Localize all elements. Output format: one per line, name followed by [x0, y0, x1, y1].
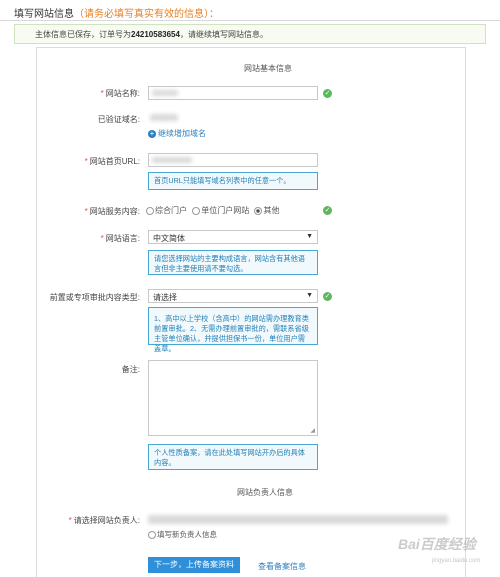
- add-domain-link[interactable]: + 继续增加域名: [148, 128, 206, 139]
- header-hint: （请务必填写真实有效的信息）：: [74, 9, 219, 20]
- next-upload-button[interactable]: 下一步，上传备案资料: [148, 557, 240, 573]
- owner-list-redacted[interactable]: [148, 515, 448, 524]
- remark-tip: 个人性质备案，请在此处填写网站开办后的具体内容。: [148, 444, 318, 470]
- chevron-down-icon: ▼: [306, 292, 313, 299]
- prereview-label: 前置或专项审批内容类型:: [49, 293, 140, 302]
- homepage-url-label: * 网站首页URL:: [84, 157, 140, 166]
- site-name-redacted: [152, 90, 178, 96]
- fill-new-owner-option[interactable]: 填写新负责人信息: [148, 529, 217, 540]
- notice-suffix: ，请继续填写网站信息。: [179, 30, 268, 39]
- chevron-down-icon: ▼: [306, 233, 313, 240]
- remark-label: 备注:: [121, 365, 140, 374]
- homepage-url-redacted: [152, 157, 192, 163]
- notice-prefix: 主体信息已保存，订单号为: [35, 30, 131, 39]
- prereview-select[interactable]: 请选择 ▼: [148, 289, 318, 303]
- plus-icon: +: [148, 129, 156, 138]
- resize-handle-icon[interactable]: ◢: [310, 427, 315, 434]
- page-header: 填写网站信息（请务必填写真实有效的信息）：: [0, 0, 500, 21]
- language-select[interactable]: 中文简体 ▼: [148, 230, 318, 244]
- service-content-label: * 网站服务内容:: [84, 207, 140, 216]
- service-radio-other[interactable]: 其他: [254, 206, 279, 215]
- language-tip: 请您选择网站的主要构成语言，网站含有其他语言但非主要使用请不要勾选。: [148, 250, 318, 275]
- language-label: * 网站语言:: [100, 234, 140, 243]
- remark-textarea[interactable]: ◢: [148, 360, 318, 436]
- check-icon: ✓: [323, 292, 332, 301]
- owner-select-label: * 请选择网站负责人:: [68, 516, 140, 525]
- verified-domain-label: 已验证域名:: [97, 115, 140, 124]
- service-content-radios: 综合门户 单位门户网站 其他: [146, 205, 279, 216]
- verified-domain-redacted: [150, 114, 178, 121]
- site-name-label: * 网站名称:: [100, 89, 140, 98]
- order-number: 24210583654: [131, 30, 180, 39]
- service-radio-unit[interactable]: 单位门户网站: [192, 206, 249, 215]
- section-title-owner: 网站负责人信息: [237, 488, 293, 497]
- prereview-tip: 1、高中以上学校（含高中）的网站需办理教育类前置审批。2、无需办理前置审批的，需…: [148, 307, 318, 353]
- view-filing-link[interactable]: 查看备案信息: [258, 561, 306, 572]
- watermark-url: jingyan.baidu.com: [432, 558, 481, 564]
- section-title-basic: 网站基本信息: [244, 64, 292, 73]
- check-icon: ✓: [323, 89, 332, 98]
- homepage-url-tip: 首页URL只能填写域名列表中的任意一个。: [148, 172, 318, 190]
- watermark-logo: Bai百度经验: [398, 536, 476, 552]
- check-icon: ✓: [323, 206, 332, 215]
- save-notice: 主体信息已保存，订单号为24210583654，请继续填写网站信息。: [14, 24, 486, 44]
- page-title: 填写网站信息（请务必填写真实有效的信息）：: [14, 9, 219, 20]
- service-radio-portal[interactable]: 综合门户: [146, 206, 187, 215]
